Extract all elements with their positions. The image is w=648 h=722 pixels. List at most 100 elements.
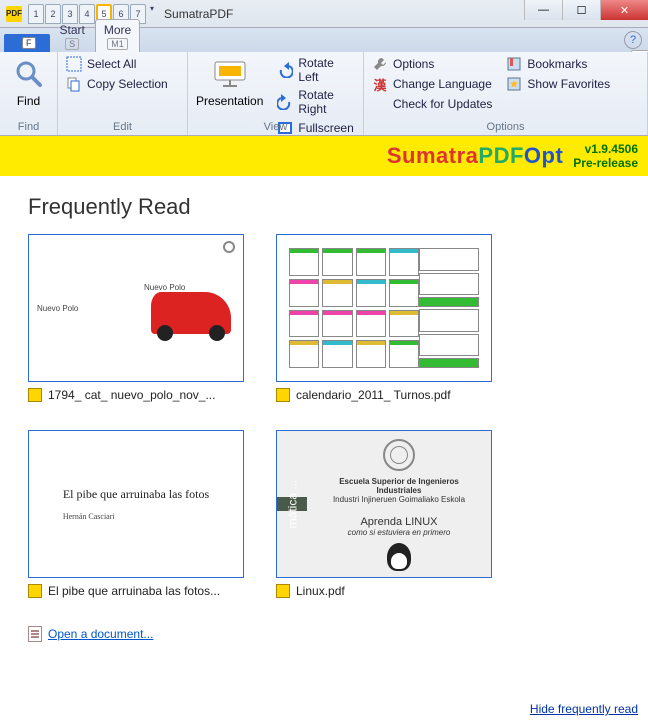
- pdf-icon: [28, 388, 42, 402]
- thumb-subheading: Industri Injineruen Goimaliako Eskola: [317, 495, 481, 504]
- doc-name: calendario_2011_ Turnos.pdf: [296, 388, 451, 402]
- page-title: Frequently Read: [28, 194, 620, 220]
- favorites-icon: [506, 76, 522, 92]
- options-label: Options: [393, 57, 434, 71]
- doc-caption[interactable]: 1794_ cat_ nuevo_polo_nov_...: [28, 388, 244, 402]
- select-all-icon: [66, 56, 82, 72]
- group-label: Edit: [58, 121, 187, 133]
- bookmarks-button[interactable]: Bookmarks: [506, 56, 610, 72]
- rotate-left-label: Rotate Left: [298, 56, 355, 84]
- find-label: Find: [17, 94, 40, 108]
- recent-grid: Nuevo Polo Nuevo Polo 1794_ cat_ nuevo_p…: [28, 234, 620, 598]
- options-button[interactable]: Options: [372, 56, 492, 72]
- language-icon: 漢: [372, 76, 388, 92]
- select-all-button[interactable]: Select All: [66, 56, 179, 72]
- minimize-button[interactable]: —: [524, 0, 562, 20]
- tab-label: Start: [60, 23, 85, 37]
- doc-name: Linux.pdf: [296, 584, 345, 598]
- doc-thumbnail[interactable]: El pibe que arruinaba las fotos Hernán C…: [28, 430, 244, 578]
- find-button[interactable]: Find: [8, 56, 49, 108]
- blank-icon: [372, 96, 388, 112]
- rotate-left-button[interactable]: Rotate Left: [277, 56, 355, 84]
- rotate-right-label: Rotate Right: [298, 88, 355, 116]
- tab-key: S: [65, 38, 79, 50]
- qat-dropdown-icon[interactable]: ▾: [150, 4, 154, 24]
- ribbon-group-view: Presentation Rotate Left Rotate Right: [188, 52, 364, 135]
- presentation-icon: [212, 56, 248, 92]
- group-label: Find: [0, 121, 57, 133]
- doc-card: El pibe que arruinaba las fotos Hernán C…: [28, 430, 244, 598]
- spine-text: mática ...: [285, 480, 299, 529]
- open-document-link[interactable]: Open a document...: [28, 626, 620, 642]
- doc-thumbnail[interactable]: mática ... Escuela Superior de Ingeniero…: [276, 430, 492, 578]
- version-block: v1.9.4506 Pre-release: [573, 142, 638, 170]
- file-tab-key: F: [22, 37, 36, 49]
- brand-part-2: PDF: [478, 143, 524, 168]
- qat-item-1[interactable]: 1: [28, 4, 44, 24]
- updates-label: Check for Updates: [393, 97, 492, 111]
- pdf-icon: [276, 388, 290, 402]
- group-label: Options: [364, 121, 647, 133]
- tab-more[interactable]: More M1: [95, 19, 140, 52]
- book-spine: mática ...: [277, 497, 307, 511]
- calendar-legend: [419, 248, 479, 368]
- pdf-icon: [28, 584, 42, 598]
- doc-name: El pibe que arruinaba las fotos...: [48, 584, 220, 598]
- find-icon: [11, 56, 47, 92]
- group-label: View: [188, 121, 363, 133]
- brand-part-3: Opt: [524, 143, 563, 168]
- close-button[interactable]: ✕: [600, 0, 648, 20]
- tab-key: M1: [107, 38, 128, 50]
- window-controls: — ☐ ✕: [524, 0, 648, 20]
- language-label: Change Language: [393, 77, 492, 91]
- doc-thumbnail[interactable]: [276, 234, 492, 382]
- tux-icon: [387, 543, 411, 571]
- doc-caption[interactable]: calendario_2011_ Turnos.pdf: [276, 388, 492, 402]
- wrench-icon: [372, 56, 388, 72]
- app-icon: PDF: [6, 6, 22, 22]
- change-language-button[interactable]: 漢 Change Language: [372, 76, 492, 92]
- doc-caption[interactable]: Linux.pdf: [276, 584, 492, 598]
- rotate-left-icon: [277, 62, 293, 78]
- select-all-label: Select All: [87, 57, 136, 71]
- show-favorites-button[interactable]: Show Favorites: [506, 76, 610, 92]
- doc-thumbnail[interactable]: Nuevo Polo Nuevo Polo: [28, 234, 244, 382]
- thumb-subtitle: como si estuviera en primero: [317, 528, 481, 537]
- ribbon-group-edit: Select All Copy Selection Edit: [58, 52, 188, 135]
- rotate-right-button[interactable]: Rotate Right: [277, 88, 355, 116]
- tab-start[interactable]: Start S: [52, 20, 93, 52]
- brand-banner: SumatraPDFOpt v1.9.4506 Pre-release: [0, 136, 648, 176]
- pdf-icon: [276, 584, 290, 598]
- version-number: v1.9.4506: [573, 142, 638, 156]
- content-area: Frequently Read Nuevo Polo Nuevo Polo 17…: [0, 176, 648, 702]
- doc-card: calendario_2011_ Turnos.pdf: [276, 234, 492, 402]
- thumb-author: Hernán Casciari: [63, 512, 209, 521]
- copy-icon: [66, 76, 82, 92]
- open-document-label: Open a document...: [48, 627, 153, 641]
- car-graphic: [151, 292, 231, 334]
- calendar-grid: [289, 248, 419, 368]
- file-tab[interactable]: F: [4, 34, 50, 52]
- document-icon: [28, 626, 42, 642]
- help-button[interactable]: ?: [624, 31, 642, 49]
- check-updates-button[interactable]: Check for Updates: [372, 96, 492, 112]
- ribbon-group-options: Options 漢 Change Language Check for Upda…: [364, 52, 648, 135]
- tab-label: More: [104, 23, 131, 37]
- window-title: SumatraPDF: [164, 7, 233, 21]
- brand-part-1: Sumatra: [387, 143, 479, 168]
- hide-frequently-read-link[interactable]: Hide frequently read: [0, 702, 648, 722]
- release-tag: Pre-release: [573, 156, 638, 170]
- ribbon-group-find: Find Find: [0, 52, 58, 135]
- ribbon: Find Find Select All Copy Selection Edit: [0, 52, 648, 136]
- ribbon-tabstrip: F Start S More M1 ? M2: [0, 28, 648, 52]
- thumb-text: Nuevo Polo: [144, 283, 237, 292]
- rotate-right-icon: [277, 94, 293, 110]
- vw-logo-icon: [223, 241, 235, 253]
- presentation-button[interactable]: Presentation: [196, 56, 263, 108]
- brand-text: SumatraPDFOpt: [387, 143, 563, 169]
- copy-selection-button[interactable]: Copy Selection: [66, 76, 179, 92]
- doc-caption[interactable]: El pibe que arruinaba las fotos...: [28, 584, 244, 598]
- maximize-button[interactable]: ☐: [562, 0, 600, 20]
- thumb-title: Aprenda LINUX: [317, 516, 481, 528]
- bookmarks-icon: [506, 56, 522, 72]
